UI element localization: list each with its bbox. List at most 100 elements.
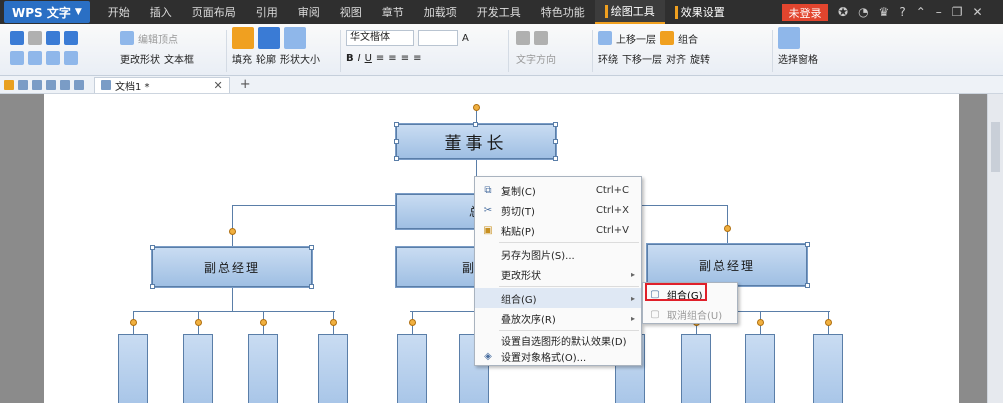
font-size-select[interactable] bbox=[418, 30, 458, 46]
staff-node[interactable] bbox=[118, 334, 148, 403]
rectangle-icon[interactable] bbox=[10, 31, 24, 45]
rotate-handle[interactable] bbox=[229, 228, 236, 235]
resize-handle[interactable] bbox=[394, 156, 399, 161]
resize-handle[interactable] bbox=[805, 283, 810, 288]
menu-item-paste[interactable]: ▣ 粘贴(P) Ctrl+V bbox=[475, 220, 641, 240]
wrap-button[interactable]: 环绕 bbox=[598, 51, 618, 66]
document-tab[interactable]: 文档1 * ✕ bbox=[94, 76, 230, 93]
staff-node[interactable] bbox=[397, 334, 427, 403]
resize-handle[interactable] bbox=[309, 245, 314, 250]
tab-developer[interactable]: 开发工具 bbox=[467, 0, 531, 24]
send-backward-button[interactable]: 下移一层 bbox=[622, 51, 662, 66]
fill-button[interactable]: 填充 bbox=[232, 51, 252, 66]
align-right-icon[interactable]: ≡ bbox=[401, 53, 409, 64]
staff-node[interactable] bbox=[745, 334, 775, 403]
open-icon[interactable] bbox=[4, 79, 14, 90]
vp-left-node[interactable]: 副总经理 bbox=[151, 246, 313, 288]
new-tab-icon[interactable]: + bbox=[240, 77, 251, 92]
rotate-button[interactable]: 旋转 bbox=[690, 51, 710, 66]
line-icon[interactable] bbox=[28, 31, 42, 45]
staff-node[interactable] bbox=[681, 334, 711, 403]
skin-icon[interactable]: ✪ bbox=[838, 5, 848, 19]
text-direction-button[interactable]: 文字方向 bbox=[516, 51, 556, 66]
staff-node[interactable] bbox=[318, 334, 348, 403]
chairman-node[interactable]: 董事长 bbox=[395, 123, 557, 160]
collapse-ribbon-icon[interactable]: ⌃ bbox=[916, 5, 926, 19]
change-shape-button[interactable]: 更改形状 bbox=[120, 51, 160, 66]
preview-icon[interactable] bbox=[46, 79, 56, 90]
rotate-handle[interactable] bbox=[260, 319, 267, 326]
font-name-select[interactable]: 华文楷体 bbox=[346, 30, 414, 46]
tab-references[interactable]: 引用 bbox=[246, 0, 288, 24]
tab-insert[interactable]: 插入 bbox=[140, 0, 182, 24]
justify-icon[interactable]: ≡ bbox=[413, 53, 421, 64]
feedback-icon[interactable]: ◔ bbox=[858, 5, 868, 19]
tab-drawing-tools[interactable]: 绘图工具 bbox=[594, 0, 665, 24]
menu-item-save-as-picture[interactable]: 另存为图片(S)... bbox=[475, 244, 641, 264]
rotate-handle[interactable] bbox=[409, 319, 416, 326]
rotate-handle[interactable] bbox=[195, 319, 202, 326]
group-button[interactable]: 组合 bbox=[678, 31, 698, 46]
submenu-item-ungroup[interactable]: ▢ 取消组合(U) bbox=[643, 304, 737, 324]
selection-pane-icon[interactable] bbox=[778, 27, 800, 49]
menu-item-format-object[interactable]: ◈ 设置对象格式(O)... bbox=[475, 346, 641, 366]
bracket-shape-icon[interactable] bbox=[46, 51, 60, 65]
callout-shape-icon[interactable] bbox=[64, 51, 78, 65]
rotate-handle[interactable] bbox=[330, 319, 337, 326]
tab-page-layout[interactable]: 页面布局 bbox=[182, 0, 246, 24]
tab-section[interactable]: 章节 bbox=[372, 0, 414, 24]
save-icon[interactable] bbox=[18, 79, 28, 90]
tab-view[interactable]: 视图 bbox=[330, 0, 372, 24]
fill-icon[interactable] bbox=[232, 27, 254, 49]
text-direction-icon[interactable] bbox=[516, 31, 530, 45]
resize-handle[interactable] bbox=[150, 245, 155, 250]
tab-addins[interactable]: 加载项 bbox=[414, 0, 467, 24]
rotate-handle[interactable] bbox=[825, 319, 832, 326]
restore-icon[interactable]: ❐ bbox=[952, 5, 963, 19]
staff-node[interactable] bbox=[248, 334, 278, 403]
italic-icon[interactable]: I bbox=[358, 53, 361, 64]
shirt-icon[interactable]: ♛ bbox=[879, 5, 890, 19]
shapes-gallery[interactable] bbox=[10, 28, 78, 68]
menu-item-group[interactable]: 组合(G) ▸ bbox=[475, 288, 641, 308]
at-shape-icon[interactable] bbox=[10, 51, 24, 65]
menu-item-cut[interactable]: ✂ 剪切(T) Ctrl+X bbox=[475, 200, 641, 220]
close-icon[interactable]: ✕ bbox=[973, 5, 983, 19]
resize-handle[interactable] bbox=[394, 139, 399, 144]
outline-icon[interactable] bbox=[258, 27, 280, 49]
underline-icon[interactable]: U bbox=[365, 53, 372, 64]
vp-right-node[interactable]: 副总经理 bbox=[646, 243, 808, 287]
tab-special[interactable]: 特色功能 bbox=[531, 0, 595, 24]
menu-item-change-shape[interactable]: 更改形状 ▸ bbox=[475, 264, 641, 284]
resize-handle[interactable] bbox=[309, 284, 314, 289]
cross-shape-icon[interactable] bbox=[28, 51, 42, 65]
bold-icon[interactable]: B bbox=[346, 53, 354, 64]
resize-handle[interactable] bbox=[553, 156, 558, 161]
staff-node[interactable] bbox=[183, 334, 213, 403]
resize-handle[interactable] bbox=[553, 139, 558, 144]
freeform-icon[interactable] bbox=[64, 31, 78, 45]
resize-handle[interactable] bbox=[394, 122, 399, 127]
rotate-handle[interactable] bbox=[757, 319, 764, 326]
tab-effects[interactable]: 效果设置 bbox=[665, 0, 735, 24]
align-center-icon[interactable]: ≡ bbox=[388, 53, 396, 64]
align-button[interactable]: 对齐 bbox=[666, 51, 686, 66]
shape-size-icon[interactable] bbox=[284, 27, 306, 49]
redo-icon[interactable] bbox=[74, 79, 84, 90]
staff-node[interactable] bbox=[813, 334, 843, 403]
resize-handle[interactable] bbox=[473, 122, 478, 127]
undo-icon[interactable] bbox=[60, 79, 70, 90]
font-color-icon[interactable]: A bbox=[462, 33, 469, 44]
vertical-scrollbar[interactable] bbox=[987, 94, 1003, 403]
resize-handle[interactable] bbox=[150, 284, 155, 289]
login-button[interactable]: 未登录 bbox=[782, 4, 828, 21]
close-tab-icon[interactable]: ✕ bbox=[214, 79, 223, 92]
rotate-handle[interactable] bbox=[130, 319, 137, 326]
print-icon[interactable] bbox=[32, 79, 42, 90]
bring-forward-button[interactable]: 上移一层 bbox=[616, 31, 656, 46]
shape-size-button[interactable]: 形状大小 bbox=[280, 51, 320, 66]
tab-home[interactable]: 开始 bbox=[98, 0, 140, 24]
textbox-button[interactable]: 文本框 bbox=[164, 51, 194, 66]
tab-review[interactable]: 审阅 bbox=[288, 0, 330, 24]
rotate-handle[interactable] bbox=[473, 104, 480, 111]
